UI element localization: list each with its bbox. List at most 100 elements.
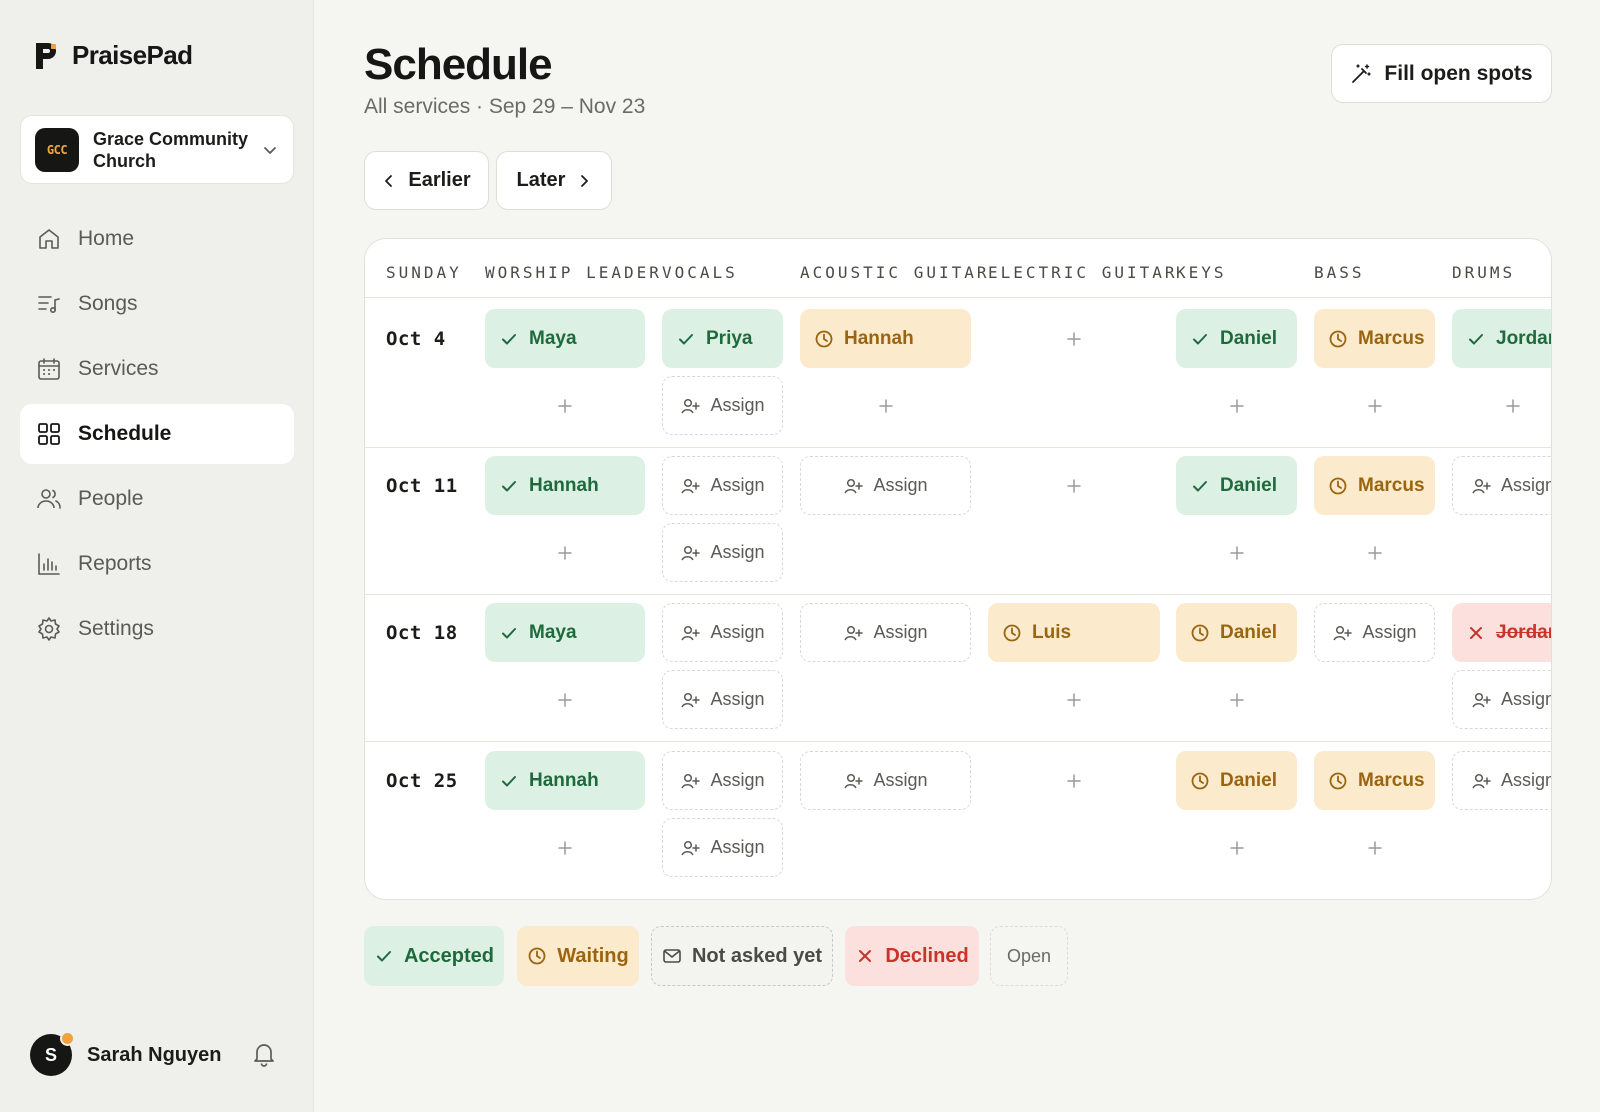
grid-header: SUNDAY WORSHIP LEADER VOCALS ACOUSTIC GUITA… xyxy=(365,239,1551,298)
assign-label: Assign xyxy=(710,837,765,857)
bell-icon[interactable] xyxy=(250,1040,278,1068)
add-slot-button[interactable] xyxy=(988,309,1160,368)
add-slot-button[interactable] xyxy=(1176,818,1297,877)
assign-button[interactable]: Assign xyxy=(662,456,783,515)
sidebar-item-home[interactable]: Home xyxy=(20,209,294,269)
assign-button[interactable]: Assign xyxy=(662,818,783,877)
earlier-button[interactable]: Earlier xyxy=(364,151,489,210)
assign-button[interactable]: Assign xyxy=(1452,456,1551,515)
sidebar-item-reports[interactable]: Reports xyxy=(20,534,294,594)
add-slot-button[interactable] xyxy=(988,670,1160,729)
assign-button[interactable]: Assign xyxy=(800,751,971,810)
later-button[interactable]: Later xyxy=(496,151,612,210)
assign-button[interactable]: Assign xyxy=(1314,603,1435,662)
fill-open-spots-label: Fill open spots xyxy=(1384,61,1533,85)
add-slot-button[interactable] xyxy=(485,523,645,582)
calendar-icon xyxy=(36,356,62,382)
plus-icon xyxy=(1067,773,1081,788)
assignment-waiting[interactable]: Daniel xyxy=(1176,603,1297,662)
assign-button[interactable]: Assign xyxy=(662,670,783,729)
add-slot-button[interactable] xyxy=(1176,523,1297,582)
legend-label: Open xyxy=(1006,945,1052,966)
user-plus-icon xyxy=(844,478,864,493)
assign-button[interactable]: Assign xyxy=(800,603,971,662)
assign-label: Assign xyxy=(710,395,765,415)
add-slot-button[interactable] xyxy=(988,751,1160,810)
sidebar: PraisePad GCC Grace Community Church Hom… xyxy=(0,0,314,1112)
assignment-waiting[interactable]: Marcus xyxy=(1314,456,1435,515)
assign-button[interactable]: Assign xyxy=(1452,751,1551,810)
chevron-down-icon xyxy=(264,146,276,154)
assignment-accepted[interactable]: Jordan xyxy=(1452,309,1551,368)
org-switcher[interactable]: GCC Grace Community Church xyxy=(20,115,294,184)
assign-button[interactable]: Assign xyxy=(800,456,971,515)
assign-button[interactable]: Assign xyxy=(662,603,783,662)
assignment-accepted[interactable]: Priya xyxy=(662,309,783,368)
add-slot-button[interactable] xyxy=(485,376,645,435)
add-slot-button[interactable] xyxy=(1176,376,1297,435)
service-date: Oct 4 xyxy=(386,328,446,350)
assign-label: Assign xyxy=(710,689,765,709)
add-slot-button[interactable] xyxy=(1452,376,1551,435)
plus-icon xyxy=(558,545,572,560)
plus-icon xyxy=(558,692,572,707)
x-icon xyxy=(859,950,872,962)
assignment-waiting[interactable]: Marcus xyxy=(1314,309,1435,368)
brand[interactable]: PraisePad xyxy=(34,40,193,71)
assignment-accepted[interactable]: Daniel xyxy=(1176,456,1297,515)
avatar: S xyxy=(30,1031,75,1076)
sidebar-item-services[interactable]: Services xyxy=(20,339,294,399)
sidebar-item-songs[interactable]: Songs xyxy=(20,274,294,334)
check-icon xyxy=(1193,480,1207,491)
assign-label: Assign xyxy=(873,622,928,642)
clock-icon xyxy=(1329,330,1347,347)
add-slot-button[interactable] xyxy=(1314,523,1435,582)
add-slot-button[interactable] xyxy=(800,376,971,435)
sidebar-item-settings[interactable]: Settings xyxy=(20,599,294,659)
service-date: Oct 11 xyxy=(386,475,458,497)
assignment-declined[interactable]: Jordan xyxy=(1452,603,1551,662)
column-header: WORSHIP LEADER xyxy=(485,263,662,282)
assign-button[interactable]: Assign xyxy=(1452,670,1552,729)
clock-icon xyxy=(815,330,833,347)
add-slot-button[interactable] xyxy=(485,670,645,729)
user-plus-icon xyxy=(1472,773,1491,788)
check-icon xyxy=(1193,333,1207,344)
add-slot-button[interactable] xyxy=(1314,376,1435,435)
brand-name: PraisePad xyxy=(72,40,193,70)
plus-icon xyxy=(1229,398,1244,413)
clock-icon xyxy=(1329,477,1347,494)
sidebar-item-schedule[interactable]: Schedule xyxy=(20,404,294,464)
add-slot-button[interactable] xyxy=(1314,818,1435,877)
assign-label: Assign xyxy=(710,475,765,495)
add-slot-button[interactable] xyxy=(988,456,1160,515)
assign-button[interactable]: Assign xyxy=(662,751,783,810)
assign-label: Assign xyxy=(1501,689,1552,709)
add-slot-button[interactable] xyxy=(1176,670,1297,729)
chevron-right-icon xyxy=(581,174,589,187)
assign-button[interactable]: Assign xyxy=(662,376,783,435)
plus-icon xyxy=(1229,840,1244,855)
assignment-waiting[interactable]: Luis xyxy=(988,603,1160,662)
assignment-waiting[interactable]: Hannah xyxy=(800,309,971,368)
table-row: Oct 25 Hannah Assign Assign Assign Daniel Marc… xyxy=(365,740,1551,890)
assign-label: Assign xyxy=(710,622,765,642)
user-plus-icon xyxy=(1333,625,1353,640)
add-slot-button[interactable] xyxy=(485,818,645,877)
assignment-accepted[interactable]: Maya xyxy=(485,603,645,662)
sidebar-item-people[interactable]: People xyxy=(20,469,294,529)
fill-open-spots-button[interactable]: Fill open spots xyxy=(1331,44,1552,103)
plus-icon xyxy=(1367,840,1382,855)
assignment-accepted[interactable]: Hannah xyxy=(485,456,645,515)
assignment-accepted[interactable]: Hannah xyxy=(485,751,645,810)
user-name: Sarah Nguyen xyxy=(87,1043,222,1066)
user-plus-icon xyxy=(1472,478,1491,493)
user-plus-icon xyxy=(681,398,701,413)
assignment-waiting[interactable]: Daniel xyxy=(1176,751,1297,810)
user-profile[interactable]: S Sarah Nguyen xyxy=(30,1031,222,1076)
assignment-accepted[interactable]: Daniel xyxy=(1176,309,1297,368)
assignment-waiting[interactable]: Marcus xyxy=(1314,751,1435,810)
assign-button[interactable]: Assign xyxy=(662,523,783,582)
assignment-accepted[interactable]: Maya xyxy=(485,309,645,368)
grid-icon xyxy=(36,421,62,447)
